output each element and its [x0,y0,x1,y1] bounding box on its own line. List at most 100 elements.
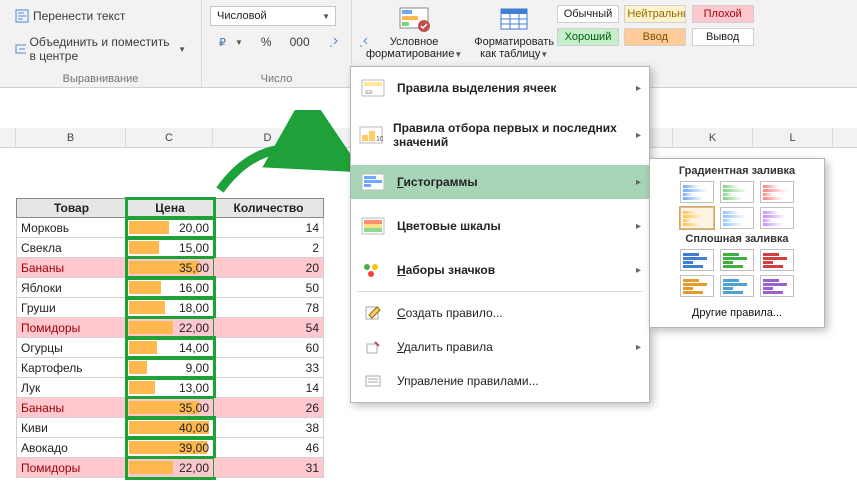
databar-swatch[interactable] [720,207,754,229]
currency-button[interactable]: ₽▼ [210,32,250,52]
menu-new-rule[interactable]: Создать правило... [351,296,649,330]
cell-product[interactable]: Авокадо [17,438,127,458]
cell-qty[interactable]: 46 [214,438,324,458]
cell-qty[interactable]: 14 [214,218,324,238]
cell-price[interactable]: 35,00 [127,398,214,418]
number-format-combo[interactable]: Числовой ▼ [210,6,336,26]
cell-price[interactable]: 15,00 [127,238,214,258]
cell-price[interactable]: 35,00 [127,258,214,278]
cell-qty[interactable]: 2 [214,238,324,258]
increase-decimal-button[interactable] [321,32,347,52]
col-header-C[interactable]: C [126,128,213,147]
number-format-value: Числовой [217,10,267,22]
cell-price[interactable]: 14,00 [127,338,214,358]
databar-swatch[interactable] [680,207,714,229]
cell-price[interactable]: 20,00 [127,218,214,238]
cell-price[interactable]: 39,00 [127,438,214,458]
cell-product[interactable]: Груши [17,298,127,318]
style-neutral[interactable]: Нейтральный [624,5,686,23]
cell-price[interactable]: 16,00 [127,278,214,298]
cell-qty[interactable]: 20 [214,258,324,278]
cell-product[interactable]: Помидоры [17,458,127,478]
table-row: Картофель9,0033 [17,358,324,378]
conditional-formatting-button[interactable]: Условноеформатирование▼ [360,4,468,62]
table-row: Помидоры22,0031 [17,458,324,478]
cell-qty[interactable]: 60 [214,338,324,358]
menu-icon-sets-label: Наборы значков [397,263,495,277]
menu-manage-rules[interactable]: Управление правилами... [351,364,649,398]
cell-price-text: 13,00 [127,379,213,397]
cell-price[interactable]: 40,00 [127,418,214,438]
svg-text:₽: ₽ [219,37,226,49]
databar-swatch[interactable] [680,181,714,203]
cell-product[interactable]: Помидоры [17,318,127,338]
cell-product[interactable]: Картофель [17,358,127,378]
cell-qty[interactable]: 14 [214,378,324,398]
col-header-L[interactable]: L [753,128,833,147]
databar-swatch[interactable] [760,181,794,203]
databar-swatch[interactable] [680,249,714,271]
cell-price[interactable]: 9,00 [127,358,214,378]
submenu-more-rules[interactable]: Другие правила... [656,301,818,321]
col-header-gutter [0,128,16,147]
cell-price[interactable]: 18,00 [127,298,214,318]
cell-price-text: 22,00 [127,459,213,477]
table-row: Авокадо39,0046 [17,438,324,458]
format-as-table-button[interactable]: Форматироватькак таблицу▼ [468,4,560,62]
cell-styles-gallery[interactable]: Обычный Нейтральный Плохой Хороший Ввод … [556,4,755,50]
databar-swatch[interactable] [680,275,714,297]
cell-product[interactable]: Бананы [17,258,127,278]
menu-clear-rules[interactable]: Удалить правила [351,330,649,364]
cell-price[interactable]: 22,00 [127,458,214,478]
cell-price[interactable]: 13,00 [127,378,214,398]
cell-product-text: Свекла [17,239,126,257]
cell-qty[interactable]: 33 [214,358,324,378]
menu-color-scales[interactable]: Цветовые шкалы [351,209,649,243]
data-bars-submenu: Градиентная заливка Сплошная заливка Дру… [649,158,825,328]
merge-center-button[interactable]: Объединить и поместить в центре ▼ [8,32,193,66]
style-good[interactable]: Хороший [557,28,619,46]
databar-swatch[interactable] [720,249,754,271]
style-bad[interactable]: Плохой [692,5,754,23]
style-input[interactable]: Ввод [624,28,686,46]
databar-swatch[interactable] [760,207,794,229]
cell-qty[interactable]: 38 [214,418,324,438]
cell-price[interactable]: 22,00 [127,318,214,338]
databar-swatch[interactable] [760,249,794,271]
percent-button[interactable]: % [254,32,279,52]
cell-qty-text: 14 [214,379,323,397]
table-row: Киви40,0038 [17,418,324,438]
databar-swatch[interactable] [720,181,754,203]
chevron-down-icon: ▼ [235,38,243,47]
col-header-B[interactable]: B [16,128,126,147]
svg-text:≤≥: ≤≥ [365,89,373,96]
cell-qty[interactable]: 78 [214,298,324,318]
comma-button[interactable]: 000 [283,32,317,52]
menu-icon-sets[interactable]: Наборы значков [351,253,649,287]
databar-swatch[interactable] [760,275,794,297]
new-rule-icon [359,302,387,324]
cell-product[interactable]: Лук [17,378,127,398]
menu-highlight-rules[interactable]: ≤≥ Правила выделения ячеек [351,71,649,105]
cell-qty[interactable]: 50 [214,278,324,298]
col-header-D[interactable]: D [213,128,323,147]
cell-qty[interactable]: 54 [214,318,324,338]
style-normal[interactable]: Обычный [557,5,619,23]
data-bars-icon [359,171,387,193]
cell-qty[interactable]: 26 [214,398,324,418]
cell-product[interactable]: Яблоки [17,278,127,298]
cell-qty[interactable]: 31 [214,458,324,478]
cell-product[interactable]: Морковь [17,218,127,238]
submenu-solid-header: Сплошная заливка [656,233,818,245]
menu-data-bars[interactable]: Гистограммы [351,165,649,199]
cell-product[interactable]: Киви [17,418,127,438]
databar-swatch[interactable] [720,275,754,297]
data-table: Товар Цена Количество Морковь20,0014Свек… [16,198,324,478]
cell-product[interactable]: Свекла [17,238,127,258]
menu-top-bottom[interactable]: 10 Правила отбора первых и последних зна… [351,115,649,155]
cell-product[interactable]: Огурцы [17,338,127,358]
col-header-K[interactable]: K [673,128,753,147]
wrap-text-button[interactable]: Перенести текст [8,6,132,26]
cell-product[interactable]: Бананы [17,398,127,418]
style-output[interactable]: Вывод [692,28,754,46]
